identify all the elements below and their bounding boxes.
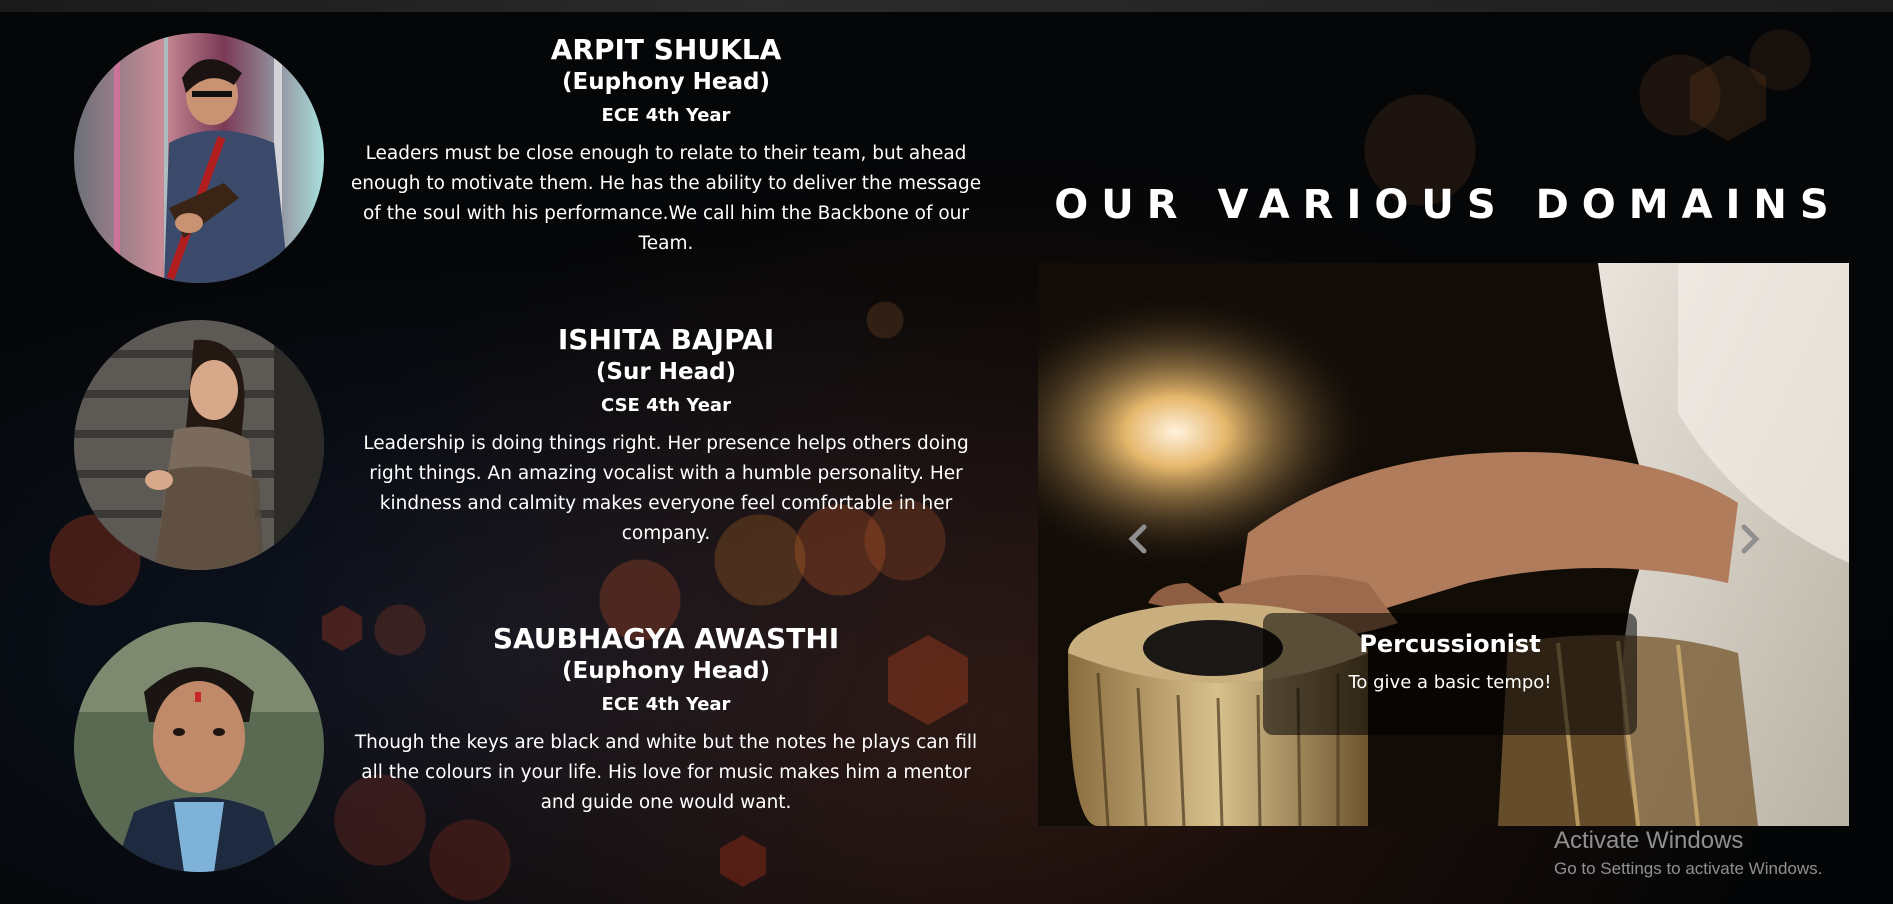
slide-caption: To give a basic tempo!: [1348, 672, 1552, 693]
member-role: (Euphony Head): [562, 658, 770, 684]
member-info: ISHITA BAJPAI (Sur Head) CSE 4th Year Le…: [344, 323, 988, 549]
member-avatar: [74, 320, 324, 570]
member-description: Though the keys are black and white but …: [354, 732, 978, 813]
member-info: ARPIT SHUKLA (Euphony Head) ECE 4th Year…: [344, 33, 988, 259]
activate-windows-watermark: Activate Windows Go to Settings to activ…: [1554, 826, 1822, 882]
member-description: Leaders must be close enough to relate t…: [350, 143, 982, 254]
bokeh-hexagon: [1690, 55, 1766, 141]
page: ARPIT SHUKLA (Euphony Head) ECE 4th Year…: [0, 0, 1893, 904]
member-name: ISHITA BAJPAI: [557, 323, 775, 356]
carousel-caption: Percussionist To give a basic tempo!: [1263, 613, 1637, 735]
member-role: (Sur Head): [595, 359, 737, 385]
top-nav-strip: [0, 0, 1893, 12]
slide-title: Percussionist: [1359, 630, 1541, 658]
member-avatar: [74, 33, 324, 283]
watermark-title: Activate Windows: [1554, 827, 1744, 854]
domains-carousel[interactable]: Percussionist To give a basic tempo!: [1038, 263, 1849, 826]
member-year: ECE 4th Year: [601, 105, 731, 126]
carousel-next-button[interactable]: [1730, 513, 1770, 565]
member-year: ECE 4th Year: [601, 694, 731, 715]
carousel-prev-button[interactable]: [1118, 513, 1158, 565]
member-name: ARPIT SHUKLA: [550, 33, 782, 66]
member-avatar: [74, 622, 324, 872]
member-role: (Euphony Head): [562, 69, 770, 95]
carousel-slide-image: [1038, 263, 1849, 826]
member-year: CSE 4th Year: [601, 395, 731, 416]
chevron-left-icon: [1128, 524, 1147, 554]
team-member-card: SAUBHAGYA AWASTHI (Euphony Head) ECE 4th…: [74, 620, 994, 872]
watermark-subtitle: Go to Settings to activate Windows.: [1554, 859, 1823, 878]
team-member-card: ARPIT SHUKLA (Euphony Head) ECE 4th Year…: [74, 33, 994, 283]
team-member-card: ISHITA BAJPAI (Sur Head) CSE 4th Year Le…: [74, 320, 994, 570]
chevron-right-icon: [1741, 524, 1760, 554]
member-name: SAUBHAGYA AWASTHI: [492, 622, 840, 655]
member-info: SAUBHAGYA AWASTHI (Euphony Head) ECE 4th…: [344, 622, 988, 818]
domains-heading: OUR VARIOUS DOMAINS: [1054, 182, 1842, 228]
member-description: Leadership is doing things right. Her pr…: [363, 433, 969, 544]
